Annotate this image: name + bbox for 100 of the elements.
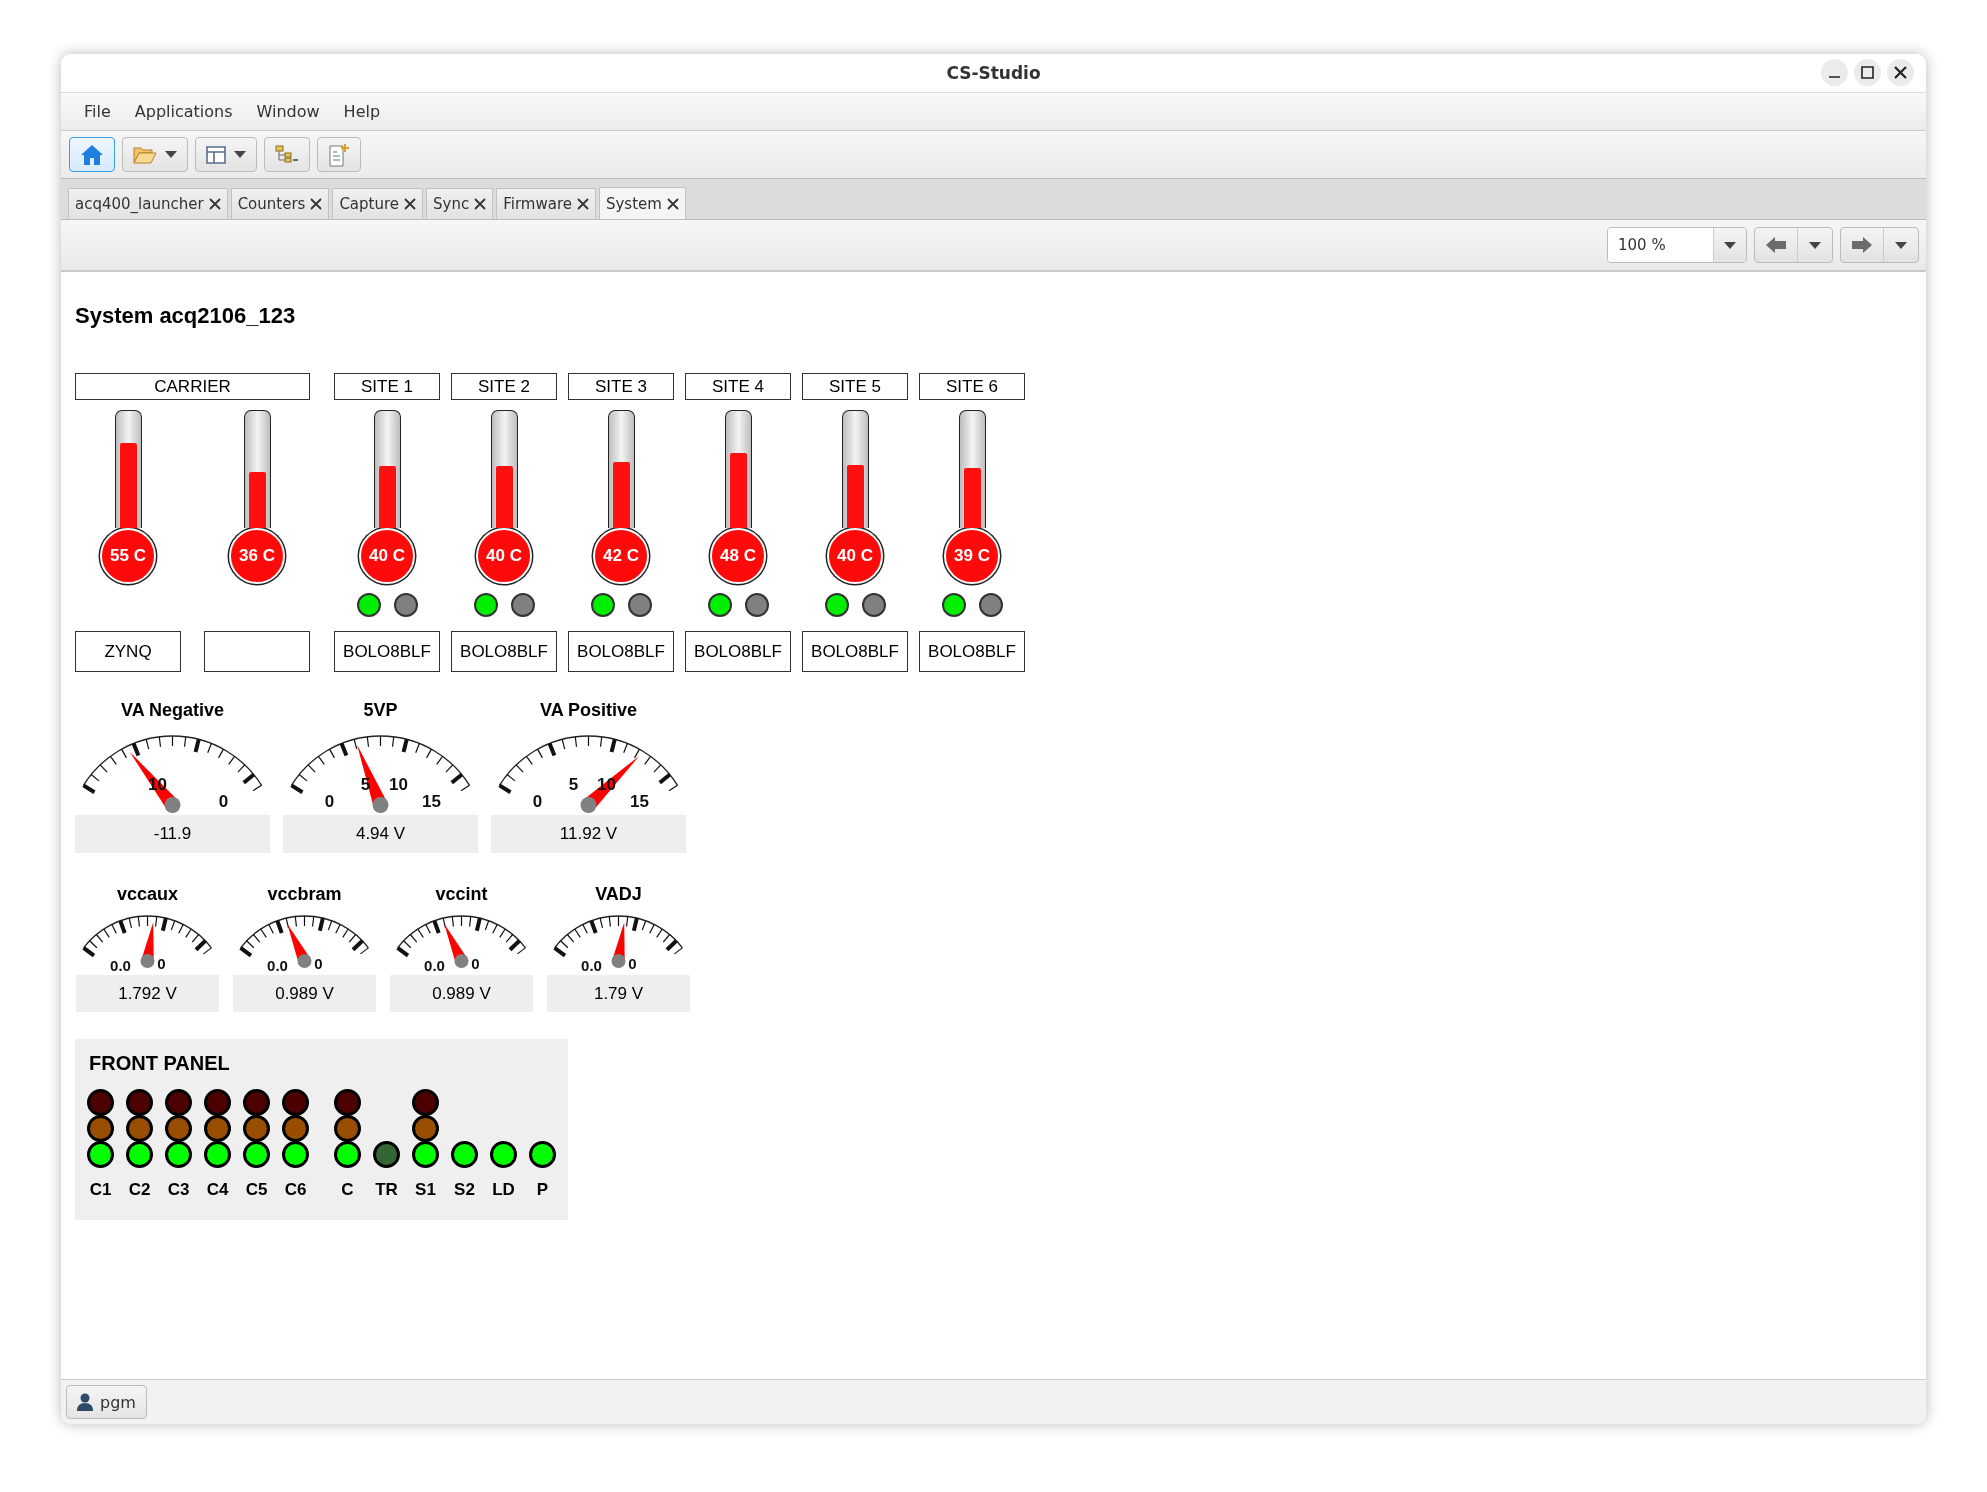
needle-pivot — [140, 954, 155, 968]
section-label: SITE 5 — [802, 373, 908, 400]
folder-icon — [133, 144, 157, 165]
gauge-reading: 4.94 V — [283, 815, 478, 853]
caret-icon — [1895, 241, 1907, 249]
tab[interactable]: Capture — [332, 188, 424, 219]
scale-label: 0.0 — [581, 957, 602, 975]
person-icon — [77, 1393, 93, 1411]
gauge-reading: 0.989 V — [390, 975, 533, 1012]
new-document-icon — [328, 142, 350, 167]
indicator-label: TR — [375, 1180, 398, 1200]
close-icon — [404, 198, 417, 210]
tab[interactable]: System — [598, 187, 686, 219]
needle-pivot — [611, 954, 626, 968]
needle-pivot — [372, 797, 389, 813]
tab-label: Capture — [339, 195, 400, 213]
indicator-label: C4 — [206, 1180, 229, 1200]
temperature-reading: 39 C — [954, 546, 990, 566]
toolbar-button[interactable] — [69, 137, 115, 172]
scale-label: 0.0 — [424, 957, 445, 975]
gauge-title: vccint — [435, 883, 488, 905]
scale-label: 0 — [628, 955, 637, 973]
scale-label: 0 — [532, 791, 543, 811]
module-name: ZYNQ — [75, 631, 181, 672]
gauge-reading: 11.92 V — [491, 815, 686, 853]
gauge-reading: 1.79 V — [547, 975, 690, 1012]
layout-icon — [206, 145, 226, 164]
indicator-label: P — [536, 1180, 549, 1200]
gauge-reading: 0.989 V — [233, 975, 376, 1012]
close-icon — [666, 197, 679, 210]
gauge-title: VA Positive — [540, 699, 637, 721]
indicator-label: C3 — [167, 1180, 190, 1200]
scale-label: 5 — [568, 774, 579, 794]
temperature-reading: 36 C — [239, 546, 275, 566]
window-title: CS-Studio — [946, 63, 1041, 83]
needle-pivot — [164, 797, 181, 813]
scale-label: 0 — [314, 955, 323, 973]
module-name: BOLO8BLF — [685, 631, 791, 672]
tab-label: Firmware — [503, 195, 572, 213]
maximize-button[interactable] — [1854, 59, 1881, 86]
section-label: SITE 6 — [919, 373, 1025, 400]
tab[interactable]: Firmware — [496, 188, 596, 219]
temperature-reading: 40 C — [486, 546, 522, 566]
gauge-title: 5VP — [363, 699, 398, 721]
navigation-button[interactable] — [1840, 227, 1919, 263]
section-label: SITE 2 — [451, 373, 557, 400]
caret-icon — [1724, 241, 1736, 249]
scale-label: 0.0 — [267, 957, 288, 975]
close-icon — [576, 198, 589, 210]
indicator-label: C6 — [284, 1180, 307, 1200]
tab[interactable]: acq400_launcher — [68, 188, 228, 219]
tree-icon — [275, 144, 299, 165]
menu-item[interactable]: Window — [244, 102, 332, 121]
gauge-reading: -11.9 — [75, 815, 270, 853]
needle-pivot — [297, 954, 312, 968]
indicator-label: S1 — [415, 1180, 436, 1200]
caret-icon — [165, 151, 177, 158]
caret-icon — [1809, 241, 1821, 249]
display-title: System acq2106_123 — [75, 303, 297, 329]
menu-item[interactable]: File — [72, 102, 123, 121]
scale-label: 0 — [157, 955, 166, 973]
temperature-reading: 55 C — [110, 546, 146, 566]
minimize-button[interactable] — [1821, 59, 1848, 86]
toolbar-button[interactable] — [122, 137, 188, 172]
tab-label: Counters — [237, 195, 306, 213]
menu-item[interactable]: Applications — [122, 102, 245, 121]
scale-label: 0 — [324, 791, 335, 811]
tab-label: System — [605, 194, 662, 213]
tab[interactable]: Sync — [426, 188, 494, 219]
gauge-title: vccaux — [116, 883, 179, 905]
section-label: SITE 4 — [685, 373, 791, 400]
forward-arrow-icon — [1850, 235, 1874, 255]
temperature-reading: 40 C — [369, 546, 405, 566]
indicator-label: C1 — [89, 1180, 112, 1200]
indicator-label: C5 — [245, 1180, 268, 1200]
home-icon — [80, 143, 104, 166]
indicator-label: S2 — [454, 1180, 475, 1200]
section-label: CARRIER — [75, 373, 310, 400]
temperature-reading: 48 C — [720, 546, 756, 566]
maximize-icon — [1861, 66, 1874, 79]
needle-pivot — [580, 797, 597, 813]
toolbar-button[interactable] — [195, 137, 257, 172]
toolbar-button[interactable] — [264, 137, 310, 172]
section-label: SITE 3 — [568, 373, 674, 400]
menu-item[interactable]: Help — [331, 102, 393, 121]
section-label: SITE 1 — [334, 373, 440, 400]
scale-label: 10 — [389, 774, 408, 794]
module-name: BOLO8BLF — [568, 631, 674, 672]
close-icon — [310, 198, 323, 210]
caret-icon — [234, 151, 246, 158]
close-icon — [1893, 65, 1908, 80]
close-button[interactable] — [1887, 59, 1914, 86]
zoom-dropdown[interactable]: 100 % — [1607, 227, 1747, 263]
tab[interactable]: Counters — [230, 188, 330, 219]
scale-label: 0 — [218, 791, 229, 811]
indicator-label: C2 — [128, 1180, 151, 1200]
needle-pivot — [454, 954, 469, 968]
user-button[interactable]: pgm — [66, 1385, 147, 1419]
navigation-button[interactable] — [1754, 227, 1833, 263]
module-name: BOLO8BLF — [451, 631, 557, 672]
